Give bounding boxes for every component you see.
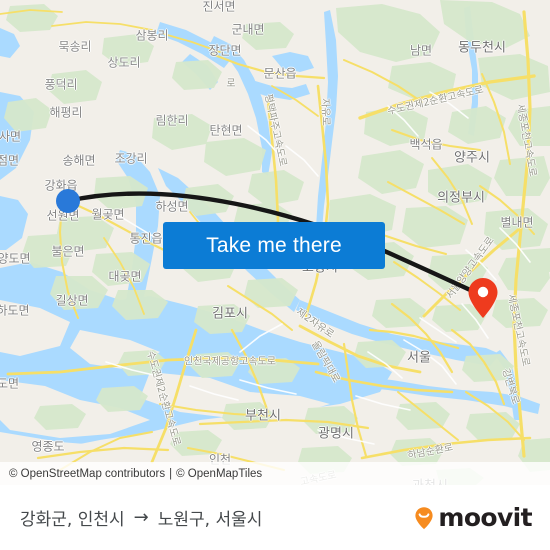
map-canvas[interactable]: 묵송리 삼봉리 상도리 풍덕리 해평리 림한리 사면 진서면 군내면 장단면 문산읍 탄현면 남면 동두천… bbox=[0, 0, 550, 485]
origin-marker[interactable] bbox=[56, 189, 80, 213]
moovit-wordmark: moovit bbox=[438, 503, 532, 532]
attribution-separator: | bbox=[169, 467, 173, 480]
moovit-map-page: 묵송리 삼봉리 상도리 풍덕리 해평리 림한리 사면 진서면 군내면 장단면 문산읍 탄현면 남면 동두천… bbox=[0, 0, 550, 550]
attribution-osm[interactable]: © OpenStreetMap contributors bbox=[9, 468, 165, 480]
route-destination-label: 노원구, 서울시 bbox=[157, 510, 263, 530]
attribution-openmaptiles[interactable]: © OpenMapTiles bbox=[176, 468, 262, 480]
route-origin-label: 강화군, 인천시 bbox=[20, 510, 125, 530]
route-summary: 강화군, 인천시 → 노원구, 서울시 bbox=[20, 505, 262, 530]
map-attribution: © OpenStreetMap contributors | © OpenMap… bbox=[0, 462, 550, 485]
moovit-pin-icon bbox=[415, 506, 433, 529]
moovit-logo[interactable]: moovit bbox=[411, 503, 533, 532]
footer-bar: 강화군, 인천시 → 노원구, 서울시 moovit bbox=[0, 485, 550, 550]
destination-marker[interactable] bbox=[467, 277, 499, 319]
take-me-there-button[interactable]: Take me there bbox=[163, 222, 385, 269]
arrow-right-icon: → bbox=[133, 506, 149, 528]
